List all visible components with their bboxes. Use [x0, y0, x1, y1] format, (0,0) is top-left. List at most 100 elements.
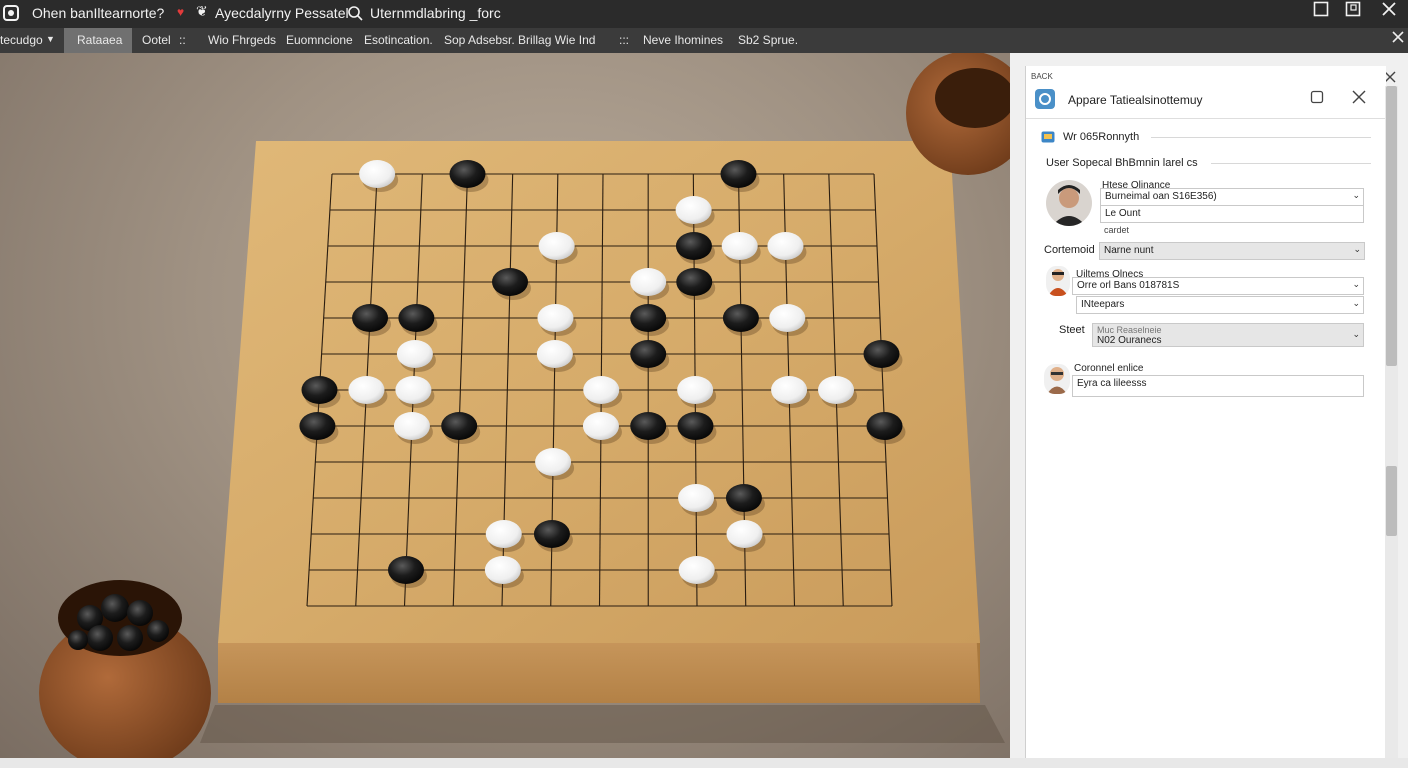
search-text[interactable]: Uternmdlabring _forc: [370, 5, 501, 21]
white-stone[interactable]: [582, 412, 619, 440]
close-icon[interactable]: [1381, 1, 1397, 20]
search-icon[interactable]: [347, 5, 363, 24]
white-stone[interactable]: [537, 304, 574, 332]
title-bar: Ohen banIltearnorte? ♥ ❦ Ayecdalyrny Pes…: [0, 0, 1408, 28]
section-title: Wr 065Ronnyth: [1063, 131, 1140, 143]
black-stone[interactable]: [866, 412, 903, 440]
scene-svg: [39, 53, 1010, 758]
white-stone[interactable]: [535, 448, 572, 476]
section-subtitle: User Sopecal BhBmnin larel cs: [1046, 157, 1198, 169]
white-stone[interactable]: [677, 376, 714, 404]
dialog-title: Appare Tatiealsinottemuy: [1068, 93, 1203, 107]
status-bar: [0, 758, 1408, 768]
white-stone[interactable]: [583, 376, 620, 404]
panel-scrollbar[interactable]: [1385, 86, 1398, 758]
avatar: [1046, 180, 1092, 226]
white-stone[interactable]: [395, 376, 432, 404]
black-stone[interactable]: [676, 268, 713, 296]
profile3-name: Coronnel enlice: [1074, 363, 1144, 374]
profile2-select[interactable]: Orre orl Bans 018781S ⌄: [1072, 277, 1364, 295]
dialog-close-icon[interactable]: [1352, 90, 1366, 107]
chevron-down-icon[interactable]: ▼: [46, 34, 55, 44]
menu-item-7[interactable]: Neve Ihomines: [643, 33, 723, 47]
black-stone[interactable]: [387, 556, 424, 584]
avatar: [1044, 364, 1070, 394]
white-stone[interactable]: [678, 484, 715, 512]
menu-item-4[interactable]: Euomncione: [286, 33, 353, 47]
profile1-field[interactable]: Le Ount: [1100, 205, 1364, 223]
menu-item-6[interactable]: Sop Adsebsr. Brillag Wie Ind: [444, 33, 595, 47]
black-stone[interactable]: [533, 520, 570, 548]
chevron-down-icon: ⌄: [1352, 298, 1360, 308]
white-stone[interactable]: [485, 520, 522, 548]
white-stone[interactable]: [726, 520, 763, 548]
dialog-tiny-label: BACK: [1031, 72, 1053, 81]
black-stone[interactable]: [492, 268, 528, 296]
stone-bowl-black: [39, 580, 211, 758]
restore-icon[interactable]: [1345, 1, 1361, 20]
white-stone[interactable]: [771, 376, 808, 404]
profile2-select-value: Orre orl Bans 018781S: [1077, 280, 1180, 291]
menu-separator-0: ::: [179, 33, 186, 47]
scrollbar-thumb-top[interactable]: [1386, 86, 1397, 366]
game-scene: [0, 53, 1010, 758]
black-stone[interactable]: [725, 484, 762, 512]
menu-separator-1: :::: [619, 33, 630, 47]
black-stone[interactable]: [720, 160, 757, 188]
heart-icon: ♥: [177, 5, 185, 19]
white-stone[interactable]: [769, 304, 806, 332]
black-stone[interactable]: [677, 412, 714, 440]
row-label-2: Steet: [1059, 324, 1085, 336]
white-stone[interactable]: [359, 160, 396, 188]
white-stone[interactable]: [767, 232, 804, 260]
menubar-close-icon[interactable]: [1392, 31, 1404, 46]
menu-item-8[interactable]: Sb2 Sprue.: [738, 33, 798, 47]
black-stone[interactable]: [441, 412, 478, 440]
black-stone[interactable]: [722, 304, 759, 332]
chevron-down-icon: ⌄: [1352, 279, 1360, 289]
board-front: [218, 643, 980, 703]
section-divider: [1151, 137, 1371, 138]
profile1-select[interactable]: Burneimal oan S16E356) ⌄: [1100, 188, 1364, 206]
white-stone[interactable]: [818, 376, 855, 404]
white-stone[interactable]: [630, 268, 667, 296]
white-stone[interactable]: [536, 340, 573, 368]
black-stone[interactable]: [630, 412, 667, 440]
white-stone[interactable]: [396, 340, 433, 368]
menu-item-5[interactable]: Esotincation.: [364, 33, 433, 47]
black-stone[interactable]: [630, 304, 667, 332]
white-stone[interactable]: [348, 376, 385, 404]
white-stone[interactable]: [484, 556, 521, 584]
dialog-maximize-icon[interactable]: [1310, 90, 1324, 107]
white-stone[interactable]: [393, 412, 430, 440]
maximize-icon[interactable]: [1313, 1, 1329, 20]
white-stone[interactable]: [675, 196, 712, 224]
window-title: Ohen banIltearnorte?: [32, 5, 165, 21]
row-select-1[interactable]: Narne nunt ⌄: [1099, 242, 1365, 260]
row-select-2[interactable]: Muc Reaselneie N02 Ouranecs ⌄: [1092, 323, 1364, 347]
bird-icon: ❦: [196, 3, 208, 19]
black-stone[interactable]: [299, 412, 336, 440]
profile2-type-select[interactable]: INteepars ⌄: [1076, 296, 1364, 314]
menu-item-3[interactable]: Wio Fhrgeds: [208, 33, 276, 47]
app-icon[interactable]: [2, 4, 20, 25]
black-stone[interactable]: [352, 304, 389, 332]
black-stone[interactable]: [301, 376, 338, 404]
white-stone[interactable]: [538, 232, 575, 260]
black-stone[interactable]: [630, 340, 667, 368]
dialog-header-divider: [1026, 118, 1386, 119]
black-stone[interactable]: [398, 304, 435, 332]
menu-item-1[interactable]: Rataaea: [77, 33, 122, 47]
scrollbar-thumb-bottom[interactable]: [1386, 466, 1397, 536]
black-stone[interactable]: [449, 160, 486, 188]
black-stone[interactable]: [863, 340, 900, 368]
row-select-1-value: Narne nunt: [1104, 245, 1154, 256]
row-select-2-value-a: Muc Reaselneie: [1097, 325, 1162, 335]
profile3-field[interactable]: Eyra ca lileesss: [1072, 375, 1364, 397]
white-stone[interactable]: [721, 232, 758, 260]
menu-item-2[interactable]: Ootel: [142, 33, 171, 47]
white-stone[interactable]: [678, 556, 715, 584]
black-stone[interactable]: [675, 232, 712, 260]
menu-item-0[interactable]: tecudgo: [0, 33, 43, 47]
row-select-2-value-b: N02 Ouranecs: [1097, 335, 1162, 346]
